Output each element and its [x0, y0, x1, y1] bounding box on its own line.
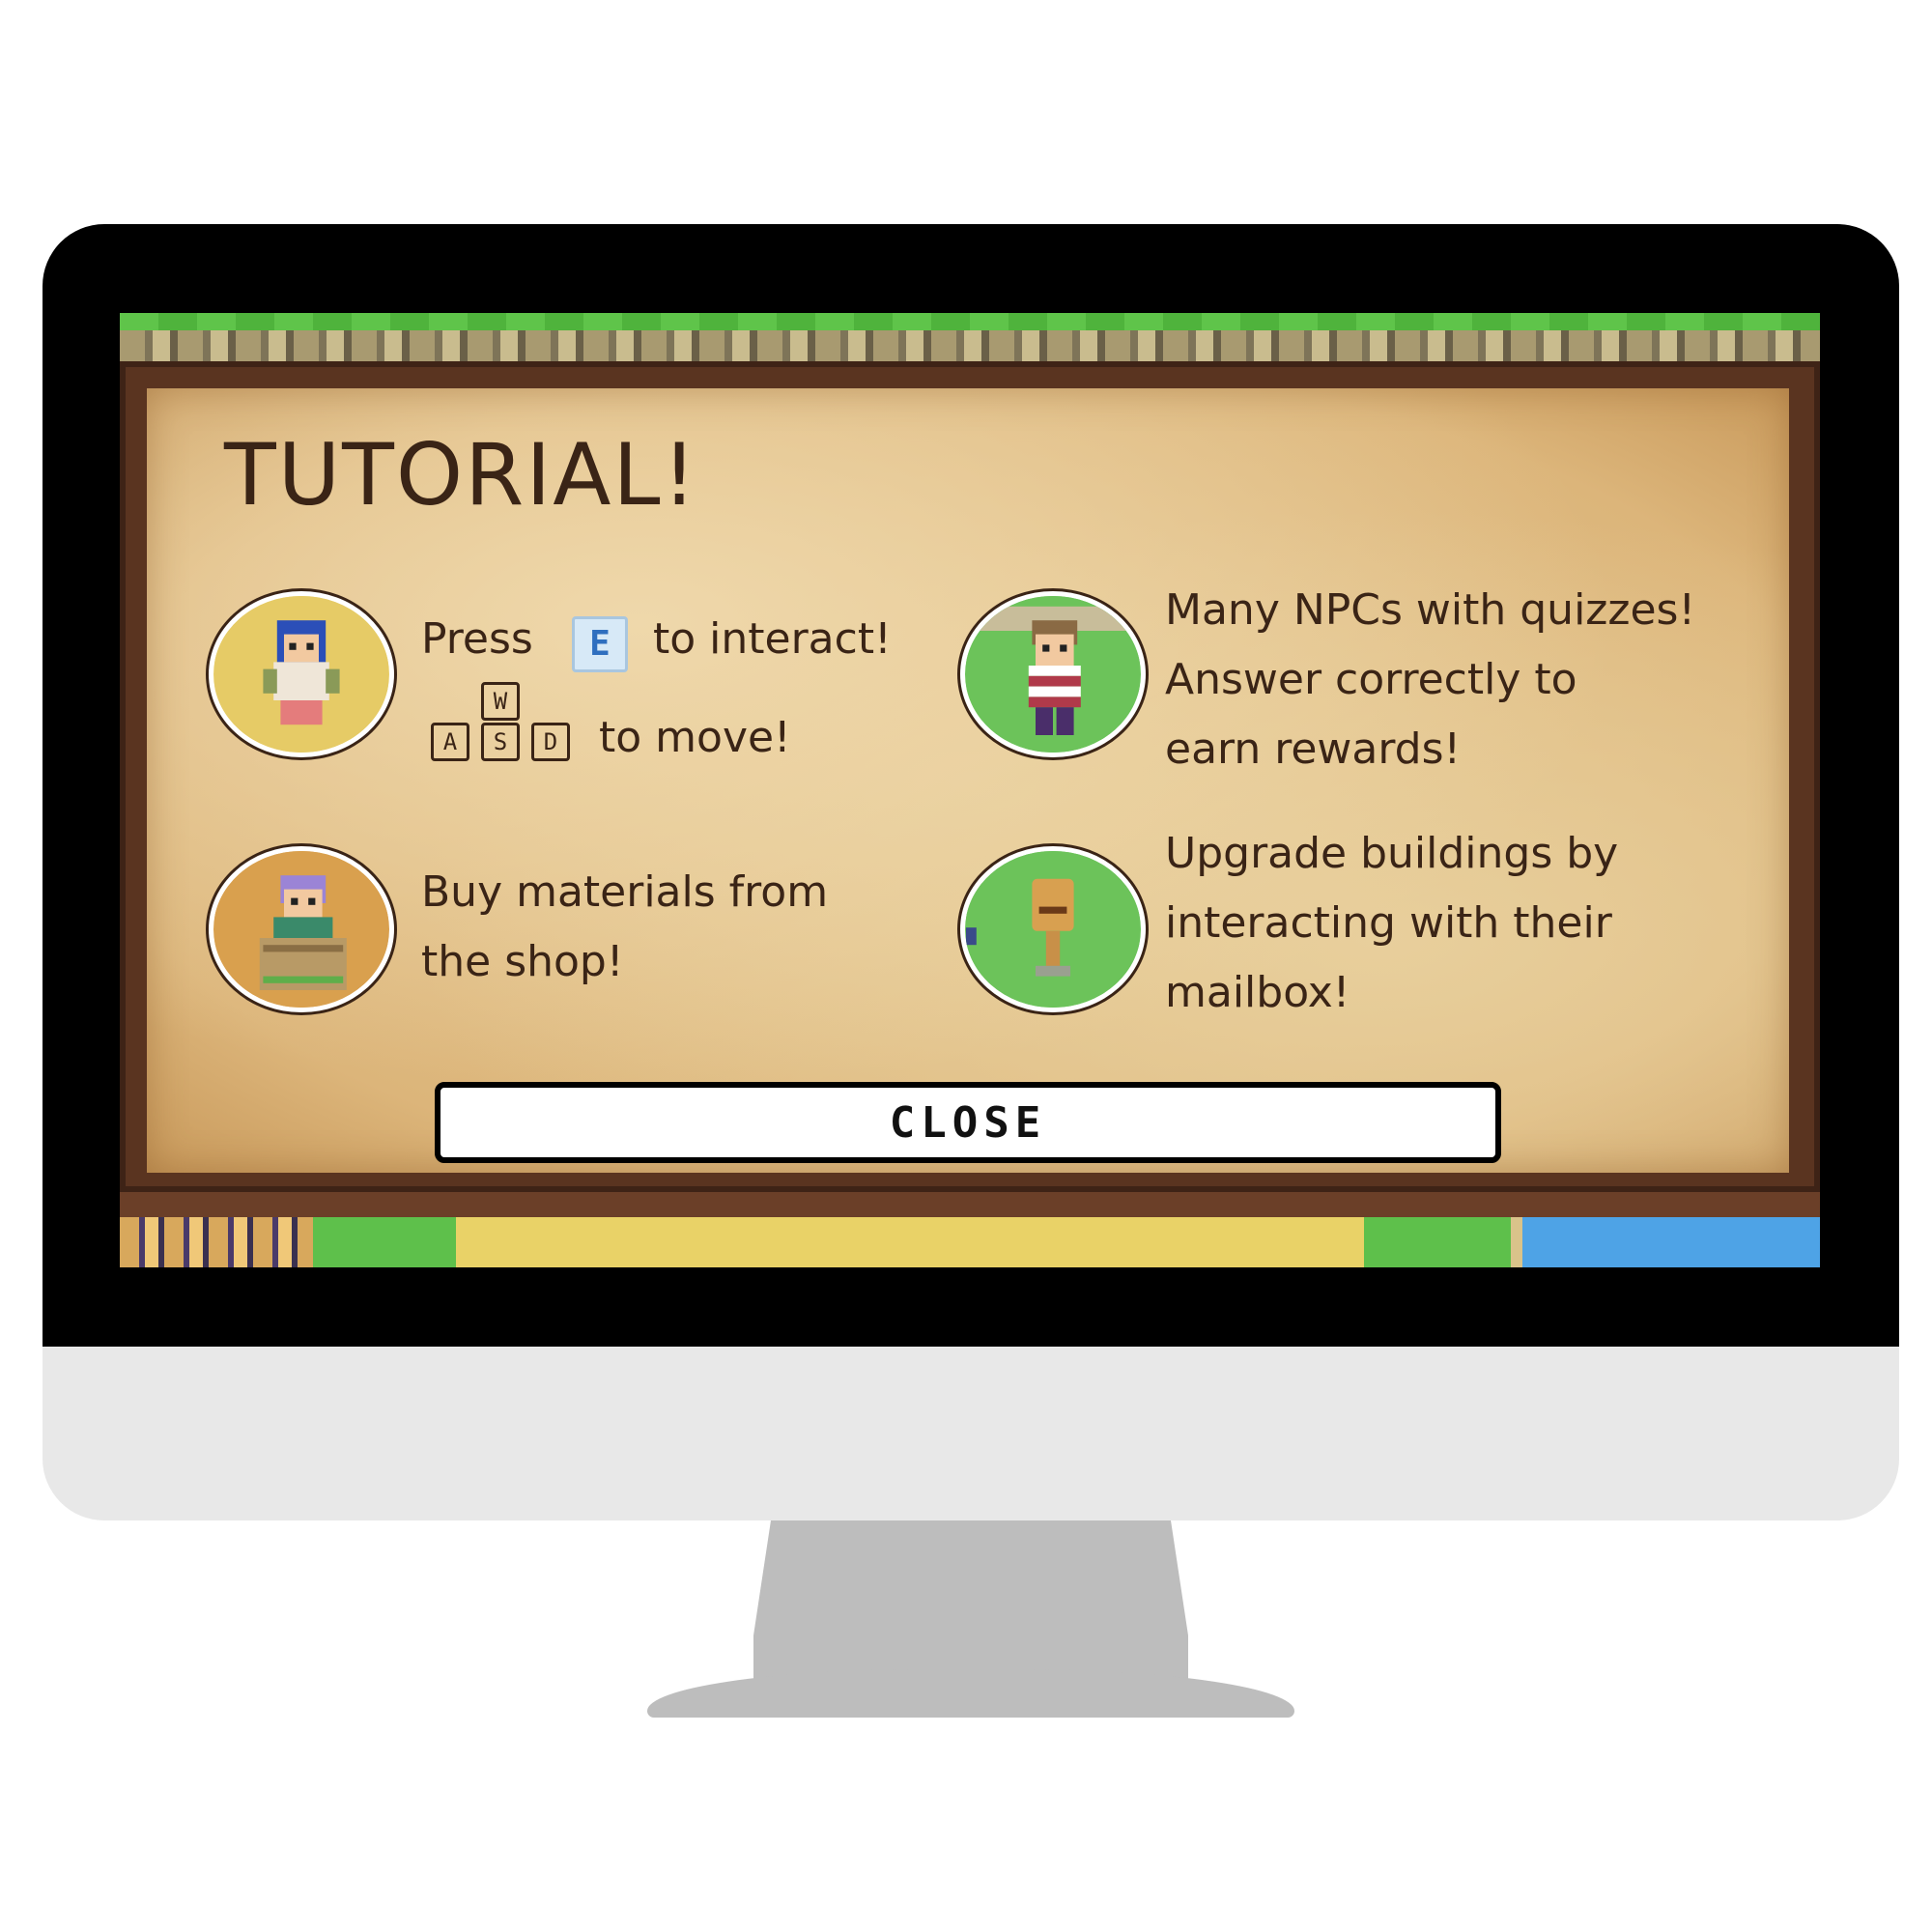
tip-interact-suffix: to interact!: [653, 614, 892, 664]
monitor-stand-foot: [647, 1669, 1294, 1718]
tip-move-text: to move!: [599, 713, 791, 762]
shopkeeper-icon: [209, 846, 394, 1012]
tip-mailbox-line-2: interacting with their: [1165, 898, 1612, 948]
monitor-stand-neck: [753, 1520, 1188, 1685]
close-button[interactable]: CLOSE: [435, 1082, 1501, 1163]
tip-npc-line-3: earn rewards!: [1165, 724, 1462, 774]
tip-mailbox-line-3: mailbox!: [1165, 968, 1350, 1017]
monitor-chin: [43, 1347, 1899, 1520]
tip-shop-line-1: Buy materials from: [421, 867, 829, 917]
npc-quiz-character-icon: [960, 591, 1146, 757]
blue-hair-villager-icon: [209, 591, 394, 757]
water-tiles: [1522, 1217, 1820, 1267]
key-e-icon: E: [572, 616, 628, 672]
tip-npc-line-2: Answer correctly to: [1165, 655, 1577, 704]
tip-npc-line-1: Many NPCs with quizzes!: [1165, 585, 1696, 635]
tip-shop-line-2: the shop!: [421, 937, 624, 986]
sand-path: [456, 1217, 1364, 1267]
tutorial-title: TUTORIAL!: [224, 425, 698, 525]
rock-border-top: [120, 330, 1820, 361]
mailbox-icon: [960, 846, 1146, 1012]
key-w-icon: W: [481, 682, 520, 721]
key-a-icon: A: [431, 723, 469, 761]
tip-interact-prefix: Press: [421, 614, 533, 664]
tip-mailbox-line-1: Upgrade buildings by: [1165, 829, 1619, 878]
key-d-icon: D: [531, 723, 570, 761]
fence-tiles: [120, 1217, 313, 1267]
key-s-icon: S: [481, 723, 520, 761]
